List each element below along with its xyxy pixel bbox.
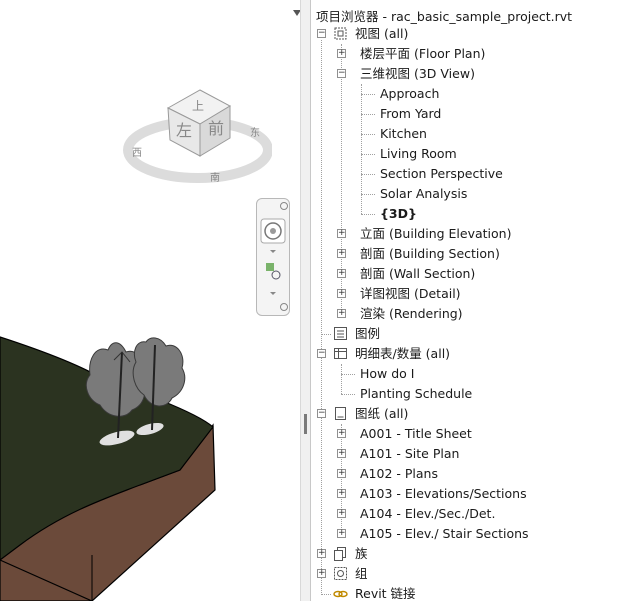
tree-label: 三维视图 (3D View) (360, 66, 475, 81)
tree-label: 剖面 (Building Section) (360, 246, 500, 261)
wheel-dropdown-icon[interactable] (270, 250, 276, 253)
expand-toggle[interactable]: + (337, 289, 346, 298)
tree-label: Approach (380, 86, 440, 101)
expand-toggle[interactable]: + (337, 489, 346, 498)
compass-south-label: 南 (210, 171, 220, 184)
views-icon (334, 27, 347, 40)
splitter-grip[interactable] (304, 414, 307, 434)
tree-label: A001 - Title Sheet (360, 426, 472, 441)
navbar-close-icon[interactable] (280, 202, 288, 210)
viewcube-left-label: 左 (176, 121, 192, 140)
compass-west-label: 西 (132, 148, 142, 159)
group-icon (334, 567, 347, 580)
expand-toggle[interactable]: + (337, 449, 346, 458)
tree-label: 视图 (all) (355, 26, 409, 41)
collapse-toggle[interactable]: − (317, 409, 326, 418)
expand-toggle[interactable]: + (337, 229, 346, 238)
legend-icon (334, 327, 347, 340)
tree-label: Solar Analysis (380, 186, 468, 201)
expand-toggle[interactable]: + (337, 469, 346, 478)
tree-label: A101 - Site Plan (360, 446, 460, 461)
tree-label: 明细表/数量 (all) (355, 346, 451, 361)
tree-label: 渲染 (Rendering) (360, 306, 463, 321)
tree-leaf-3d-view[interactable]: Solar Analysis (380, 184, 467, 204)
project-browser: 项目浏览器 - rac_basic_sample_project.rvt − 视… (311, 0, 627, 601)
browser-title: 项目浏览器 - rac_basic_sample_project.rvt (316, 9, 573, 24)
tree-label: A103 - Elevations/Sections (360, 486, 527, 501)
3d-viewport[interactable]: 上 左 前 南 东 西 (0, 0, 300, 601)
tree-label: Planting Schedule (360, 386, 473, 401)
tree-label: A102 - Plans (360, 466, 438, 481)
tree-leaf-schedule[interactable]: Planting Schedule (360, 384, 472, 404)
tree-leaf-schedule[interactable]: How do I (360, 364, 415, 384)
navbar-controls (260, 202, 288, 311)
tree-label: 剖面 (Wall Section) (360, 266, 476, 281)
tree-label: 立面 (Building Elevation) (360, 226, 512, 241)
panel-splitter[interactable] (300, 0, 311, 601)
collapse-toggle[interactable]: − (317, 29, 326, 38)
tree-leaf-3d-view[interactable]: Living Room (380, 144, 457, 164)
tree-label: Revit 链接 (355, 586, 416, 601)
expand-toggle[interactable]: + (337, 249, 346, 258)
viewcube-top-label: 上 (192, 99, 204, 113)
navigation-bar (256, 198, 290, 316)
expand-toggle[interactable]: + (337, 429, 346, 438)
tree-label: Living Room (380, 146, 457, 161)
sheet-icon (335, 407, 346, 420)
tree-leaf-3d-view[interactable]: Kitchen (380, 124, 427, 144)
zoom-dropdown-icon[interactable] (270, 292, 276, 295)
tree-label: A105 - Elev./ Stair Sections (360, 526, 529, 541)
tree-leaf-3d-view-active[interactable]: {3D} (380, 204, 417, 224)
tree-leaf-3d-view[interactable]: From Yard (380, 104, 441, 124)
tree-label: {3D} (380, 206, 417, 221)
tree-label: From Yard (380, 106, 442, 121)
expand-toggle[interactable]: + (337, 49, 346, 58)
expand-toggle[interactable]: + (337, 309, 346, 318)
collapse-toggle[interactable]: − (337, 69, 346, 78)
tree-label: Section Perspective (380, 166, 503, 181)
schedule-icon (334, 348, 347, 359)
tree-label: Kitchen (380, 126, 427, 141)
tree-label: 详图视图 (Detail) (360, 286, 461, 301)
expand-toggle[interactable]: + (337, 529, 346, 538)
link-icon (333, 590, 348, 598)
family-icon (334, 547, 346, 561)
viewcube-front-label: 前 (208, 119, 224, 138)
tree-leaf-3d-view[interactable]: Approach (380, 84, 439, 104)
zoom-icon[interactable] (266, 263, 274, 271)
expand-toggle[interactable]: + (337, 509, 346, 518)
collapse-toggle[interactable]: − (317, 349, 326, 358)
tree-label: 组 (355, 566, 368, 581)
tree-label: How do I (360, 366, 415, 381)
tree-label: 图例 (355, 326, 381, 341)
tree-label: 族 (355, 546, 368, 561)
tree-leaf-3d-view[interactable]: Section Perspective (380, 164, 503, 184)
navbar-options-icon[interactable] (280, 303, 288, 311)
tree-label: A104 - Elev./Sec./Det. (360, 506, 496, 521)
expand-toggle[interactable]: + (317, 549, 326, 558)
tree-label: 图纸 (all) (355, 406, 409, 421)
viewcube[interactable]: 上 左 前 南 东 西 (112, 78, 272, 188)
expand-toggle[interactable]: + (337, 269, 346, 278)
tree-label: 楼层平面 (Floor Plan) (360, 46, 486, 61)
expand-toggle[interactable]: + (317, 569, 326, 578)
compass-east-label: 东 (250, 126, 260, 139)
